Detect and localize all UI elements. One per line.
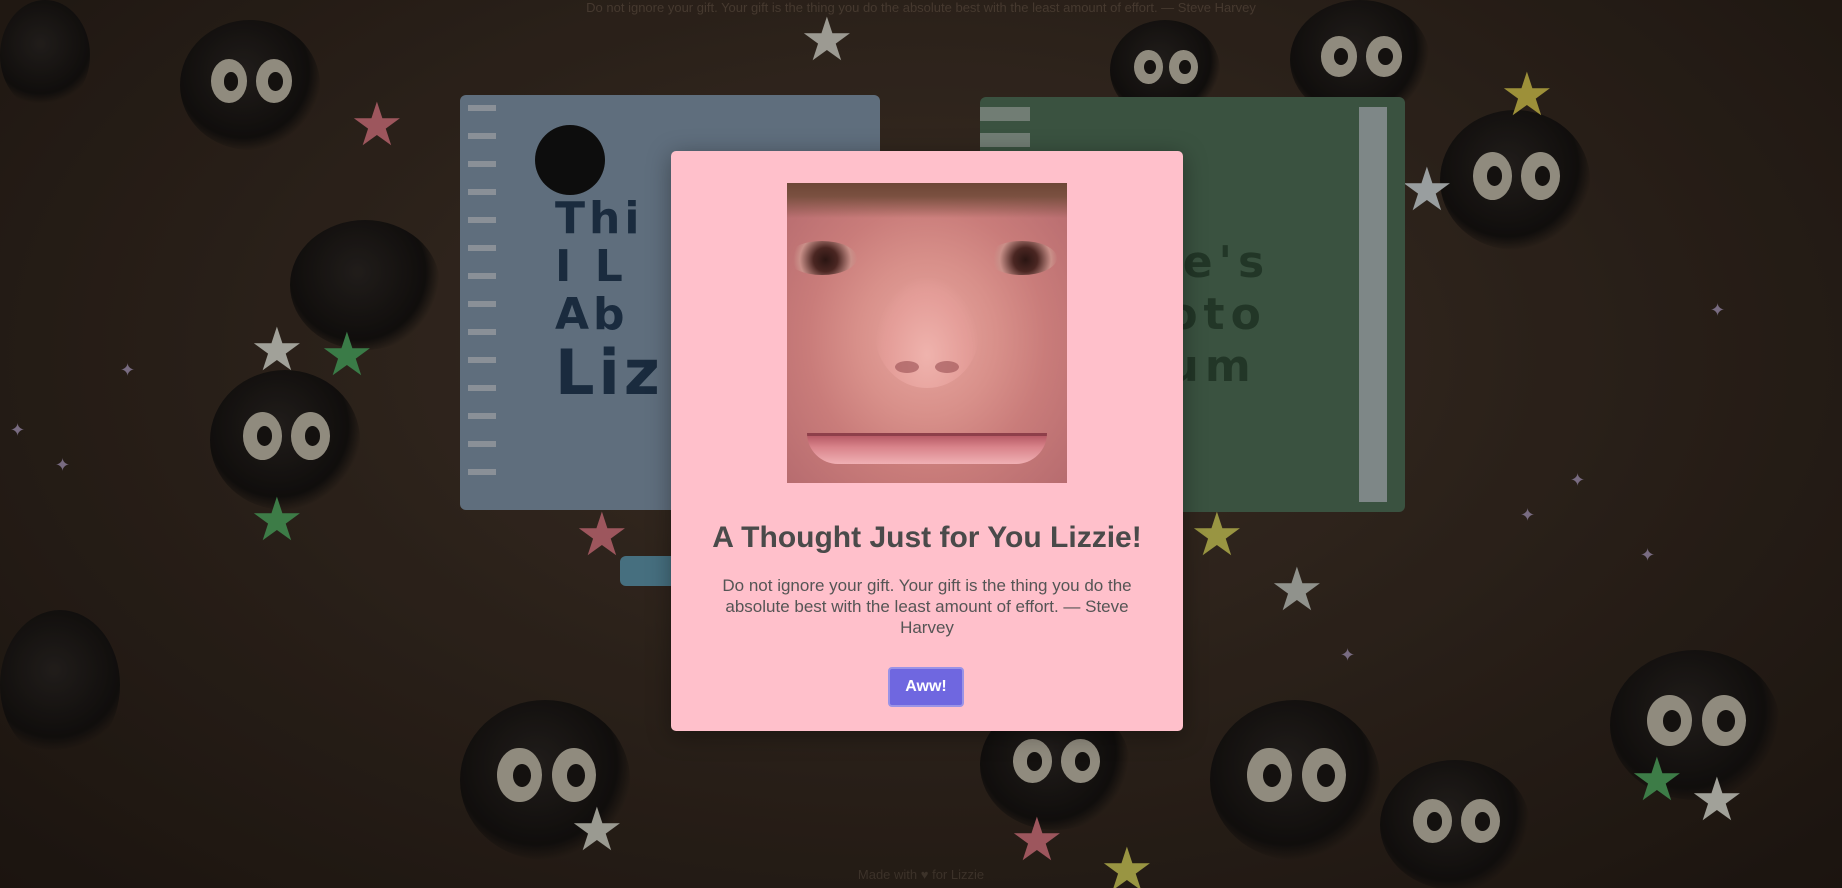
lizzie-photo — [787, 183, 1067, 483]
photo-eye — [987, 241, 1057, 275]
photo-nostril — [895, 361, 919, 373]
aww-button[interactable]: Aww! — [888, 667, 964, 707]
photo-nostril — [935, 361, 959, 373]
modal-title: A Thought Just for You Lizzie! — [712, 521, 1142, 554]
photo-nose — [875, 278, 979, 388]
page-background: Do not ignore your gift. Your gift is th… — [0, 0, 1842, 888]
photo-hair — [787, 183, 1067, 218]
modal-quote: Do not ignore your gift. Your gift is th… — [722, 576, 1132, 637]
photo-eye — [787, 241, 857, 275]
photo-mouth — [807, 433, 1047, 464]
thought-modal: A Thought Just for You Lizzie! Do not ig… — [671, 151, 1183, 731]
